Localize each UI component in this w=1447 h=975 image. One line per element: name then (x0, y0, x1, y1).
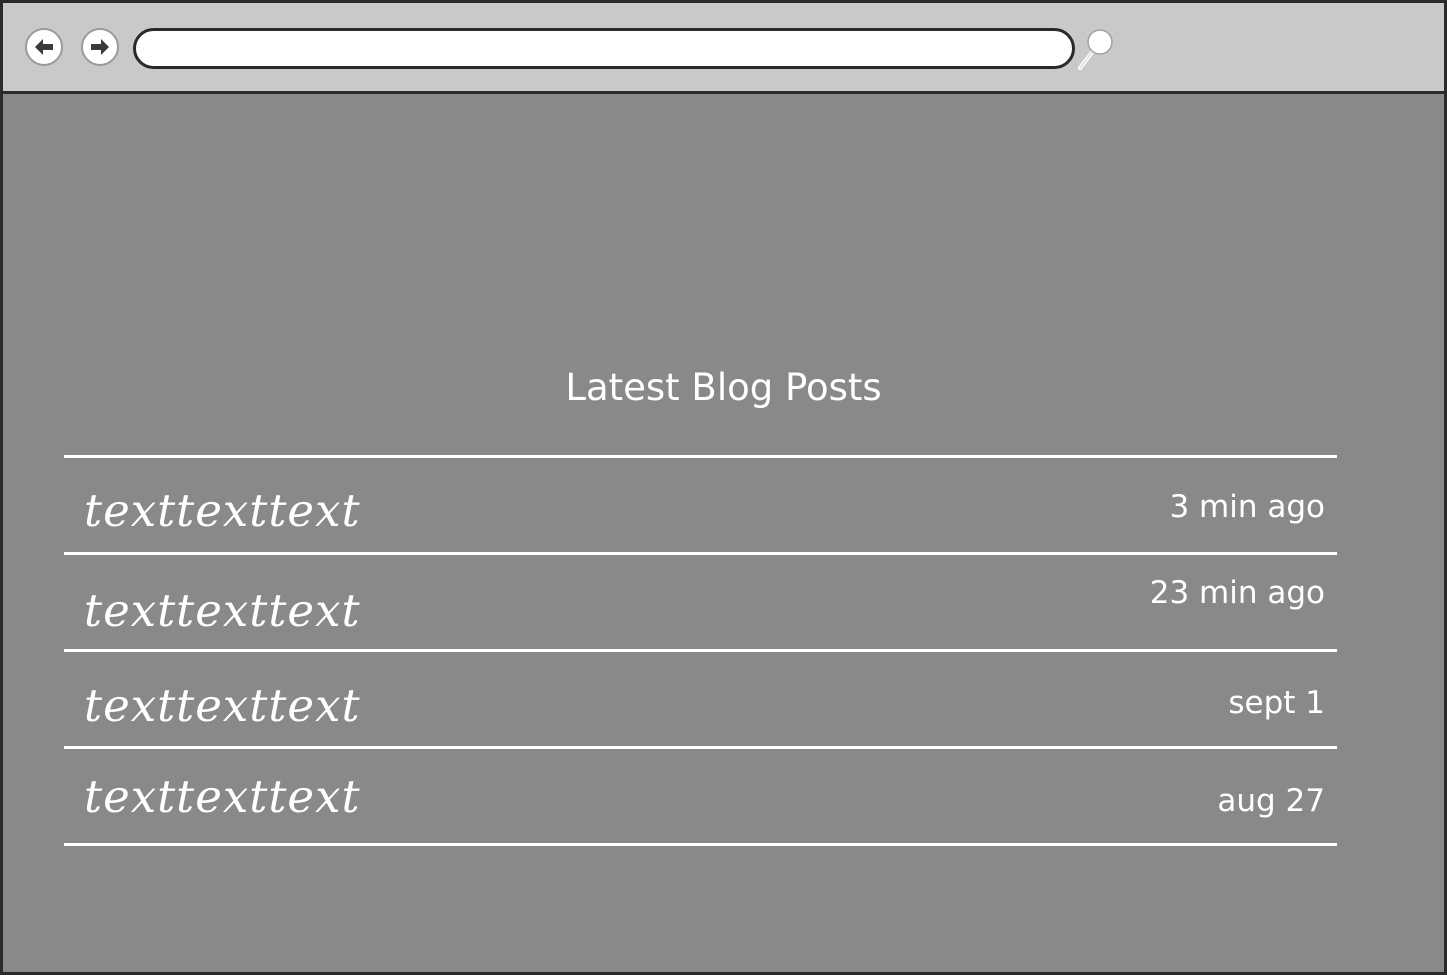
post-title[interactable]: texttexttext (84, 484, 361, 537)
post-title[interactable]: texttexttext (84, 770, 361, 823)
blog-post-list: texttexttext 3 min ago texttexttext 23 m… (64, 455, 1337, 846)
magnifier-icon (1078, 29, 1113, 70)
blog-post-row[interactable]: texttexttext 23 min ago (64, 555, 1337, 652)
blog-post-row[interactable]: texttexttext 3 min ago (64, 458, 1337, 555)
post-timestamp: 3 min ago (1169, 489, 1325, 525)
blog-post-row[interactable]: texttexttext aug 27 (64, 749, 1337, 846)
post-title[interactable]: texttexttext (84, 679, 361, 732)
post-timestamp: 23 min ago (1149, 575, 1325, 611)
blog-post-row[interactable]: texttexttext sept 1 (64, 652, 1337, 749)
address-bar-input[interactable] (133, 28, 1075, 69)
post-timestamp: sept 1 (1228, 685, 1325, 721)
forward-button[interactable] (81, 28, 119, 66)
page-content: Latest Blog Posts texttexttext 3 min ago… (3, 94, 1444, 972)
search-button[interactable] (1075, 27, 1117, 71)
post-title[interactable]: texttexttext (84, 584, 361, 637)
page-title: Latest Blog Posts (565, 366, 882, 409)
arrow-left-icon (35, 39, 53, 55)
back-button[interactable] (25, 28, 63, 66)
post-timestamp: aug 27 (1217, 783, 1325, 819)
browser-toolbar (3, 3, 1444, 94)
browser-window: Latest Blog Posts texttexttext 3 min ago… (0, 0, 1447, 975)
arrow-right-icon (91, 39, 109, 55)
